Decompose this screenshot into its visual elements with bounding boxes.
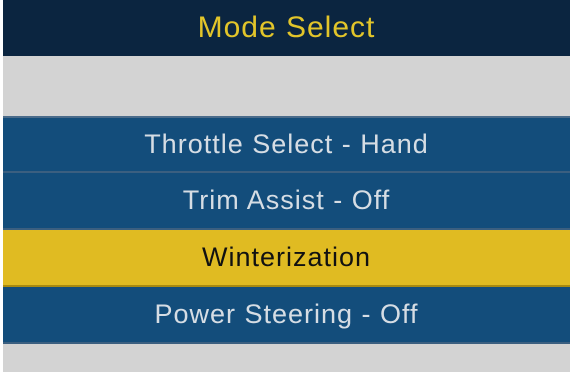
bottom-spacer-band: [3, 344, 570, 372]
page-title: Mode Select: [197, 11, 376, 44]
title-bar: Mode Select: [3, 0, 570, 56]
mode-select-screen: Mode Select Throttle Select - Hand Trim …: [0, 0, 573, 372]
menu-item-winterization[interactable]: Winterization: [3, 230, 570, 287]
mode-menu: Throttle Select - Hand Trim Assist - Off…: [3, 116, 570, 344]
menu-item-power-steering[interactable]: Power Steering - Off: [3, 287, 570, 344]
top-spacer-band: [3, 56, 570, 116]
menu-item-trim-assist[interactable]: Trim Assist - Off: [3, 173, 570, 230]
menu-item-throttle-select[interactable]: Throttle Select - Hand: [3, 116, 570, 173]
